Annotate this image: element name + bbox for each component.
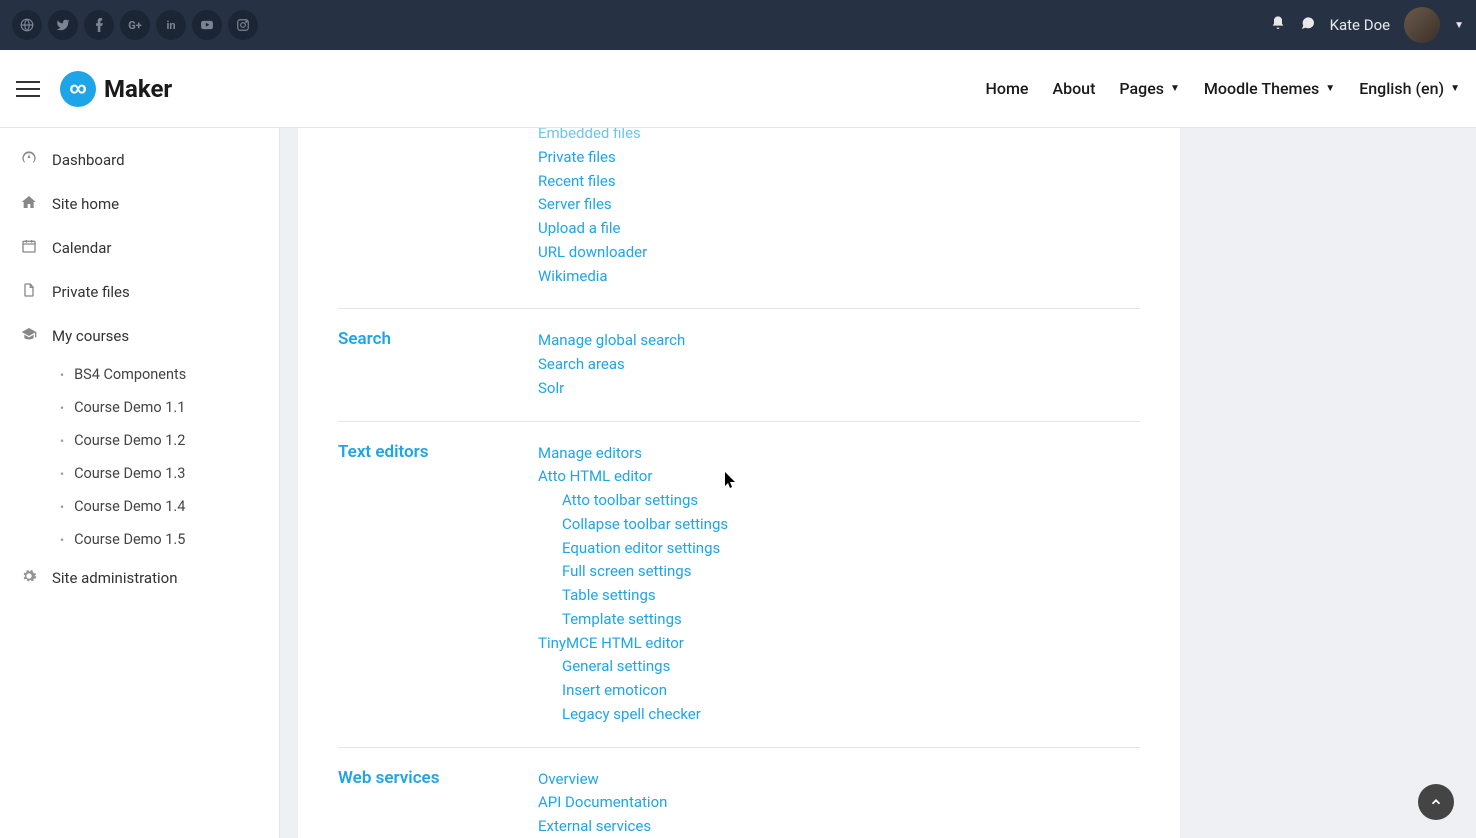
nav-about[interactable]: About bbox=[1052, 79, 1095, 98]
instagram-icon[interactable] bbox=[228, 10, 258, 40]
setting-link[interactable]: Upload a file bbox=[538, 217, 1140, 241]
brand[interactable]: ∞ Maker bbox=[60, 71, 172, 107]
sidebar: Dashboard Site home Calendar Private fil… bbox=[0, 128, 280, 838]
sidebar-course-item[interactable]: Course Demo 1.2 bbox=[40, 424, 279, 457]
sidebar-course-item[interactable]: Course Demo 1.3 bbox=[40, 457, 279, 490]
nav-home[interactable]: Home bbox=[986, 79, 1029, 98]
sidebar-my-courses[interactable]: My courses bbox=[0, 314, 279, 358]
sidebar-courses-list: BS4 ComponentsCourse Demo 1.1Course Demo… bbox=[0, 358, 279, 556]
nav-themes[interactable]: Moodle Themes ▼ bbox=[1204, 79, 1335, 98]
sidebar-my-courses-label: My courses bbox=[52, 327, 129, 345]
setting-link[interactable]: Overview bbox=[538, 768, 1140, 792]
topbar-user-area: Kate Doe ▼ bbox=[1270, 7, 1464, 43]
linkedin-icon[interactable]: in bbox=[156, 10, 186, 40]
setting-link[interactable]: Atto HTML editor bbox=[538, 465, 1140, 489]
section-search: Search Manage global searchSearch areasS… bbox=[338, 309, 1140, 421]
section-search-title[interactable]: Search bbox=[338, 329, 391, 349]
hamburger-menu[interactable] bbox=[16, 81, 40, 97]
brand-icon: ∞ bbox=[60, 71, 96, 107]
sidebar-course-item[interactable]: BS4 Components bbox=[40, 358, 279, 391]
nav-lang-label: English (en) bbox=[1359, 79, 1444, 98]
setting-sub-link[interactable]: General settings bbox=[538, 655, 1140, 679]
bell-icon[interactable] bbox=[1270, 15, 1286, 35]
globe-icon[interactable] bbox=[12, 10, 42, 40]
topbar: G+ in Kate Doe ▼ bbox=[0, 0, 1476, 50]
nav-pages[interactable]: Pages ▼ bbox=[1119, 79, 1180, 98]
social-icons: G+ in bbox=[12, 10, 258, 40]
setting-link[interactable]: URL downloader bbox=[538, 241, 1140, 265]
setting-link[interactable]: Embedded files bbox=[538, 128, 1140, 146]
youtube-icon[interactable] bbox=[192, 10, 222, 40]
sidebar-site-home[interactable]: Site home bbox=[0, 182, 279, 226]
calendar-icon bbox=[20, 238, 38, 258]
dashboard-icon bbox=[20, 150, 38, 170]
setting-link[interactable]: External services bbox=[538, 815, 1140, 838]
caret-down-icon: ▼ bbox=[1450, 83, 1460, 94]
svg-text:∞: ∞ bbox=[69, 79, 86, 98]
setting-link[interactable]: Search areas bbox=[538, 353, 1140, 377]
setting-link[interactable]: Wikimedia bbox=[538, 265, 1140, 289]
facebook-icon[interactable] bbox=[84, 10, 114, 40]
setting-link[interactable]: TinyMCE HTML editor bbox=[538, 632, 1140, 656]
messages-icon[interactable] bbox=[1300, 15, 1316, 35]
nav-pages-label: Pages bbox=[1119, 79, 1164, 98]
setting-link[interactable]: Solr bbox=[538, 377, 1140, 401]
setting-sub-link[interactable]: Legacy spell checker bbox=[538, 703, 1140, 727]
nav-themes-label: Moodle Themes bbox=[1204, 79, 1319, 98]
user-menu-caret-icon[interactable]: ▼ bbox=[1454, 20, 1464, 31]
avatar[interactable] bbox=[1404, 7, 1440, 43]
sidebar-site-home-label: Site home bbox=[52, 195, 119, 213]
setting-sub-link[interactable]: Full screen settings bbox=[538, 560, 1140, 584]
setting-link[interactable]: Server files bbox=[538, 193, 1140, 217]
section-text-editors: Text editors Manage editorsAtto HTML edi… bbox=[338, 422, 1140, 748]
setting-link[interactable]: Manage global search bbox=[538, 329, 1140, 353]
setting-link[interactable]: Private files bbox=[538, 146, 1140, 170]
sidebar-site-admin-label: Site administration bbox=[52, 569, 177, 587]
gear-icon bbox=[20, 568, 38, 588]
setting-sub-link[interactable]: Collapse toolbar settings bbox=[538, 513, 1140, 537]
setting-link[interactable]: API Documentation bbox=[538, 791, 1140, 815]
setting-link[interactable]: Recent files bbox=[538, 170, 1140, 194]
sidebar-site-admin[interactable]: Site administration bbox=[0, 556, 279, 600]
sidebar-course-item[interactable]: Course Demo 1.4 bbox=[40, 490, 279, 523]
username[interactable]: Kate Doe bbox=[1330, 16, 1391, 34]
setting-sub-link[interactable]: Atto toolbar settings bbox=[538, 489, 1140, 513]
brand-text: Maker bbox=[104, 75, 172, 103]
caret-down-icon: ▼ bbox=[1170, 83, 1180, 94]
google-plus-icon[interactable]: G+ bbox=[120, 10, 150, 40]
setting-sub-link[interactable]: Insert emoticon bbox=[538, 679, 1140, 703]
sidebar-course-item[interactable]: Course Demo 1.1 bbox=[40, 391, 279, 424]
section-web-services-title[interactable]: Web services bbox=[338, 768, 439, 788]
twitter-icon[interactable] bbox=[48, 10, 78, 40]
section-text-editors-title[interactable]: Text editors bbox=[338, 442, 428, 462]
sidebar-dashboard[interactable]: Dashboard bbox=[0, 138, 279, 182]
section-web-services: Web services OverviewAPI DocumentationEx… bbox=[338, 748, 1140, 838]
sidebar-course-item[interactable]: Course Demo 1.5 bbox=[40, 523, 279, 556]
setting-link[interactable]: Manage editors bbox=[538, 442, 1140, 466]
navbar: ∞ Maker Home About Pages ▼ Moodle Themes ▼… bbox=[0, 50, 1476, 128]
sidebar-calendar-label: Calendar bbox=[52, 239, 112, 257]
graduation-icon bbox=[20, 326, 38, 346]
sidebar-private-files-label: Private files bbox=[52, 283, 130, 301]
setting-sub-link[interactable]: Equation editor settings bbox=[538, 537, 1140, 561]
sidebar-calendar[interactable]: Calendar bbox=[0, 226, 279, 270]
setting-sub-link[interactable]: Table settings bbox=[538, 584, 1140, 608]
scroll-top-button[interactable] bbox=[1418, 784, 1454, 820]
setting-sub-link[interactable]: Template settings bbox=[538, 608, 1140, 632]
sidebar-dashboard-label: Dashboard bbox=[52, 151, 125, 169]
main-content: Embedded filesPrivate filesRecent filesS… bbox=[280, 128, 1476, 838]
home-icon bbox=[20, 194, 38, 214]
files-icon bbox=[20, 282, 38, 302]
nav-lang[interactable]: English (en) ▼ bbox=[1359, 79, 1460, 98]
sidebar-private-files[interactable]: Private files bbox=[0, 270, 279, 314]
caret-down-icon: ▼ bbox=[1325, 83, 1335, 94]
